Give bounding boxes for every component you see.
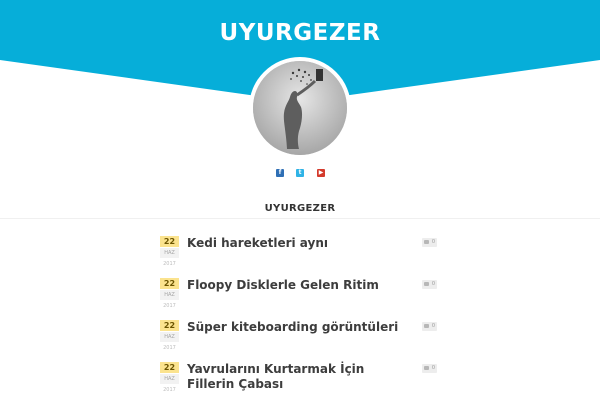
post-date-day: 22	[160, 236, 179, 247]
post-item: 22 HAZ 2017 Floopy Disklerle Gelen Ritim 0	[160, 278, 440, 318]
post-date-day: 22	[160, 320, 179, 331]
comment-count: 0	[431, 323, 435, 329]
avatar[interactable]	[249, 57, 351, 159]
comment-icon	[424, 366, 429, 370]
comment-icon	[424, 282, 429, 286]
post-item: 22 HAZ 2017 Kedi hareketleri aynı 0	[160, 236, 440, 276]
post-date: 22 HAZ 2017	[160, 236, 179, 269]
post-date: 22 HAZ 2017	[160, 278, 179, 311]
post-title-link[interactable]: Kedi hareketleri aynı	[187, 236, 412, 251]
site-title[interactable]: UYURGEZER	[0, 20, 600, 46]
comment-count-badge[interactable]: 0	[422, 238, 437, 247]
comment-icon	[424, 240, 429, 244]
social-links: f t ▶	[0, 169, 600, 179]
divider	[0, 218, 600, 219]
comment-icon	[424, 324, 429, 328]
post-date: 22 HAZ 2017	[160, 362, 179, 395]
post-title-link[interactable]: Yavrularını Kurtarmak İçin Fillerin Çaba…	[187, 362, 412, 392]
twitter-icon[interactable]: t	[296, 169, 304, 177]
post-date-day: 22	[160, 362, 179, 373]
comment-count-badge[interactable]: 0	[422, 322, 437, 331]
comment-count: 0	[431, 365, 435, 371]
post-date: 22 HAZ 2017	[160, 320, 179, 353]
post-date-year: 2017	[163, 261, 176, 267]
avatar-image	[253, 61, 347, 155]
comment-count-badge[interactable]: 0	[422, 364, 437, 373]
post-title-link[interactable]: Floopy Disklerle Gelen Ritim	[187, 278, 412, 293]
blog-name: UYURGEZER	[264, 203, 336, 214]
facebook-icon[interactable]: f	[276, 169, 284, 177]
post-date-month: HAZ	[160, 332, 179, 342]
post-item: 22 HAZ 2017 Yavrularını Kurtarmak İçin Fill…	[160, 362, 440, 400]
post-date-day: 22	[160, 278, 179, 289]
post-date-month: HAZ	[160, 374, 179, 384]
post-date-month: HAZ	[160, 248, 179, 258]
post-title-link[interactable]: Süper kiteboarding görüntüleri	[187, 320, 412, 335]
post-date-month: HAZ	[160, 290, 179, 300]
post-item: 22 HAZ 2017 Süper kiteboarding görüntüleri 0	[160, 320, 440, 360]
comment-count: 0	[431, 239, 435, 245]
youtube-icon[interactable]: ▶	[317, 169, 325, 177]
comment-count: 0	[431, 281, 435, 287]
post-date-year: 2017	[163, 345, 176, 351]
post-date-year: 2017	[163, 387, 176, 393]
post-date-year: 2017	[163, 303, 176, 309]
comment-count-badge[interactable]: 0	[422, 280, 437, 289]
